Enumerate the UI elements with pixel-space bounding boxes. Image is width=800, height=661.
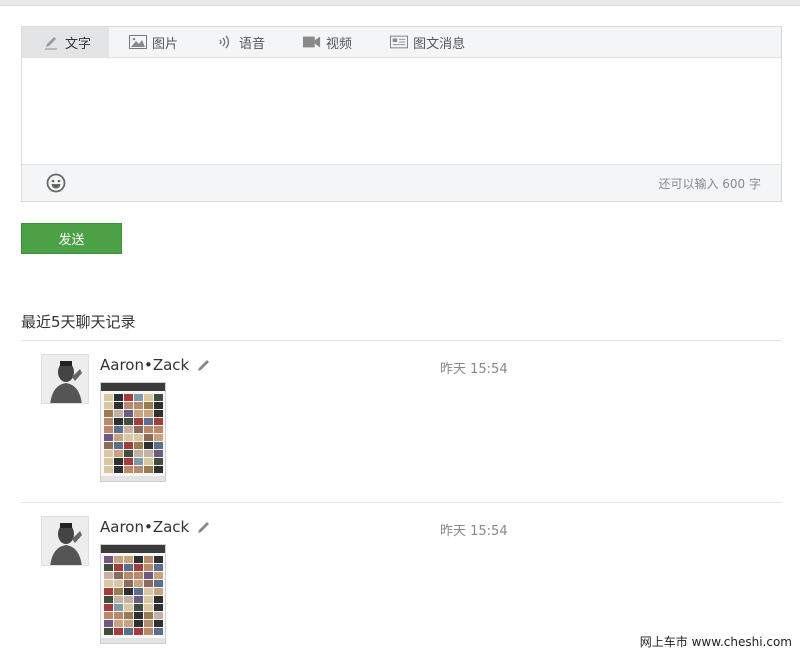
tab-label: 语音 <box>239 36 266 52</box>
tab-article[interactable]: 图文消息 <box>370 27 483 57</box>
composer-footer: 还可以输入 600 字 <box>22 165 781 201</box>
tab-label: 图文消息 <box>413 36 466 52</box>
send-button[interactable]: 发送 <box>21 223 122 254</box>
image-thumbnail[interactable] <box>100 544 166 644</box>
pencil-icon[interactable] <box>197 358 211 372</box>
message-item: Aaron•Zack 昨天 15:54 <box>21 502 782 652</box>
nickname-row: Aaron•Zack <box>100 356 211 374</box>
message-time: 昨天 15:54 <box>440 524 508 539</box>
tab-label: 文字 <box>65 36 92 52</box>
nickname-row: Aaron•Zack <box>100 518 211 536</box>
message-item: Aaron•Zack 昨天 15:54 <box>21 340 782 490</box>
top-strip <box>0 0 800 6</box>
tab-audio[interactable]: 语音 <box>196 27 283 57</box>
tab-text[interactable]: 文字 <box>22 27 110 57</box>
image-thumbnail[interactable] <box>100 382 166 482</box>
tab-label: 图片 <box>152 36 179 52</box>
history-title: 最近5天聊天记录 <box>21 313 136 331</box>
nickname: Aaron•Zack <box>100 518 190 536</box>
tab-video[interactable]: 视频 <box>283 27 370 57</box>
tab-image[interactable]: 图片 <box>109 27 196 57</box>
watermark: 网上车市 www.cheshi.com <box>637 632 794 651</box>
avatar[interactable] <box>41 354 89 404</box>
video-icon <box>303 34 321 50</box>
composer-tabs: 文字 图片 语音 视频 图文消息 <box>22 27 781 58</box>
pencil-icon[interactable] <box>197 520 211 534</box>
nickname: Aaron•Zack <box>100 356 190 374</box>
message-time: 昨天 15:54 <box>440 362 508 377</box>
tab-label: 视频 <box>326 36 353 52</box>
image-icon <box>129 34 148 50</box>
remaining-char-count: 还可以输入 600 字 <box>658 176 761 191</box>
smiley-icon[interactable] <box>46 173 66 193</box>
avatar[interactable] <box>41 516 89 566</box>
article-icon <box>390 34 409 50</box>
audio-icon <box>216 34 234 50</box>
pencil-icon <box>42 34 60 50</box>
message-composer: 文字 图片 语音 视频 图文消息 还可以输入 600 字 <box>21 26 782 202</box>
message-input[interactable] <box>22 58 781 165</box>
